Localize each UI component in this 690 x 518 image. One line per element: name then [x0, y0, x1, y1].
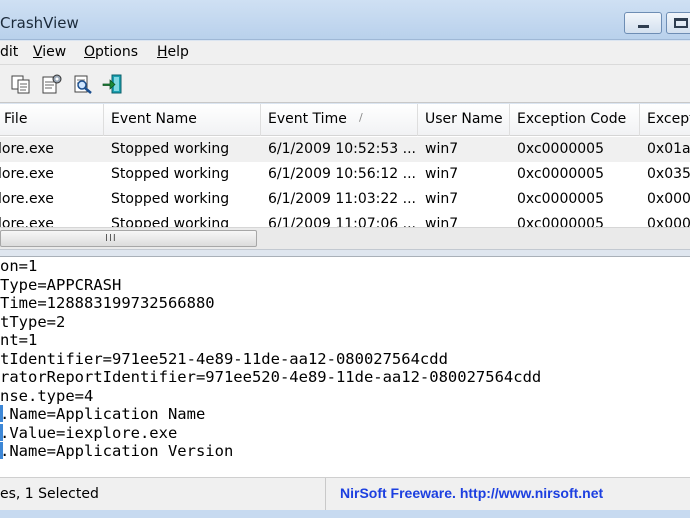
report-line: .Value=iexplore.exe: [0, 423, 178, 442]
report-line: nse.type=4: [0, 386, 94, 405]
grip-icon: III: [105, 233, 117, 244]
sort-indicator-icon: /: [359, 111, 363, 124]
column-header-event-name[interactable]: Event Name: [104, 104, 261, 136]
report-line: tType=2: [0, 312, 66, 331]
list-header: File Event Name Event Time / User Name Ex…: [0, 104, 690, 136]
minimize-button[interactable]: [624, 12, 662, 34]
cell-user-name: win7: [425, 191, 459, 207]
window-bottom-border: [0, 510, 690, 518]
minimize-icon: [638, 25, 649, 28]
column-header-event-time[interactable]: Event Time /: [261, 104, 418, 136]
report-line: Time=128883199732566880: [0, 294, 215, 312]
exit-icon[interactable]: [101, 73, 125, 95]
cell-event-name: Stopped working: [111, 191, 230, 207]
cell-file: lore.exe: [0, 141, 54, 157]
report-line: nt=1: [0, 331, 38, 349]
cell-exception-code: 0xc0000005: [517, 141, 604, 157]
toolbar: [0, 65, 690, 103]
cell-event-time: 6/1/2009 11:03:22 ...: [268, 191, 417, 207]
crash-list[interactable]: File Event Name Event Time / User Name Ex…: [0, 104, 690, 232]
copy-icon[interactable]: [10, 73, 34, 95]
column-header-exception[interactable]: Except: [640, 104, 690, 136]
table-row[interactable]: lore.exe Stopped working 6/1/2009 10:52:…: [0, 137, 690, 162]
cell-exception: 0x0354: [647, 166, 690, 182]
cell-file: lore.exe: [0, 191, 54, 207]
scrollbar-thumb[interactable]: III: [0, 230, 257, 247]
maximize-icon: [674, 18, 688, 28]
status-selection-count: es, 1 Selected: [0, 478, 326, 511]
cell-file: lore.exe: [0, 166, 54, 182]
column-header-exception-code[interactable]: Exception Code: [510, 104, 640, 136]
menu-edit[interactable]: dit: [0, 44, 18, 60]
menu-help[interactable]: Help: [157, 44, 189, 60]
menu-bar: dit View Options Help: [0, 41, 690, 65]
table-row[interactable]: lore.exe Stopped working 6/1/2009 11:03:…: [0, 187, 690, 212]
cell-event-time: 6/1/2009 10:52:53 ...: [268, 141, 417, 157]
status-bar: es, 1 Selected NirSoft Freeware. http://…: [0, 477, 690, 511]
window-title: CrashView: [0, 14, 79, 32]
report-line: Type=APPCRASH: [0, 275, 122, 294]
cell-event-name: Stopped working: [111, 166, 230, 182]
nirsoft-link[interactable]: NirSoft Freeware. http://www.nirsoft.net: [340, 485, 603, 501]
report-text-pane[interactable]: on=1 Type=APPCRASH Time=1288831997325668…: [0, 257, 690, 477]
title-bar: CrashView: [0, 0, 690, 40]
cell-event-name: Stopped working: [111, 141, 230, 157]
menu-view[interactable]: View: [33, 44, 66, 60]
column-header-file[interactable]: File: [0, 104, 104, 136]
cell-user-name: win7: [425, 166, 459, 182]
report-line: tIdentifier=971ee521-4e89-11de-aa12-0800…: [0, 349, 448, 368]
properties-icon[interactable]: [40, 73, 64, 95]
search-icon[interactable]: [71, 73, 95, 95]
horizontal-scrollbar[interactable]: III: [0, 227, 690, 249]
report-line: ratorReportIdentifier=971ee520-4e89-11de…: [0, 368, 542, 386]
cell-event-time: 6/1/2009 10:56:12 ...: [268, 166, 417, 182]
cell-exception-code: 0xc0000005: [517, 191, 604, 207]
column-header-user-name[interactable]: User Name: [418, 104, 510, 136]
report-line: .Name=Application Name: [0, 405, 206, 423]
menu-options[interactable]: Options: [84, 44, 138, 60]
cell-exception-code: 0xc0000005: [517, 166, 604, 182]
maximize-button[interactable]: [666, 12, 690, 34]
table-row[interactable]: lore.exe Stopped working 6/1/2009 10:56:…: [0, 162, 690, 187]
cell-exception: 0x0000: [647, 191, 690, 207]
report-line: .Name=Application Version: [0, 442, 234, 460]
cell-exception: 0x01a7: [647, 141, 690, 157]
cell-user-name: win7: [425, 141, 459, 157]
report-line: on=1: [0, 257, 38, 275]
pane-splitter[interactable]: [0, 249, 690, 257]
